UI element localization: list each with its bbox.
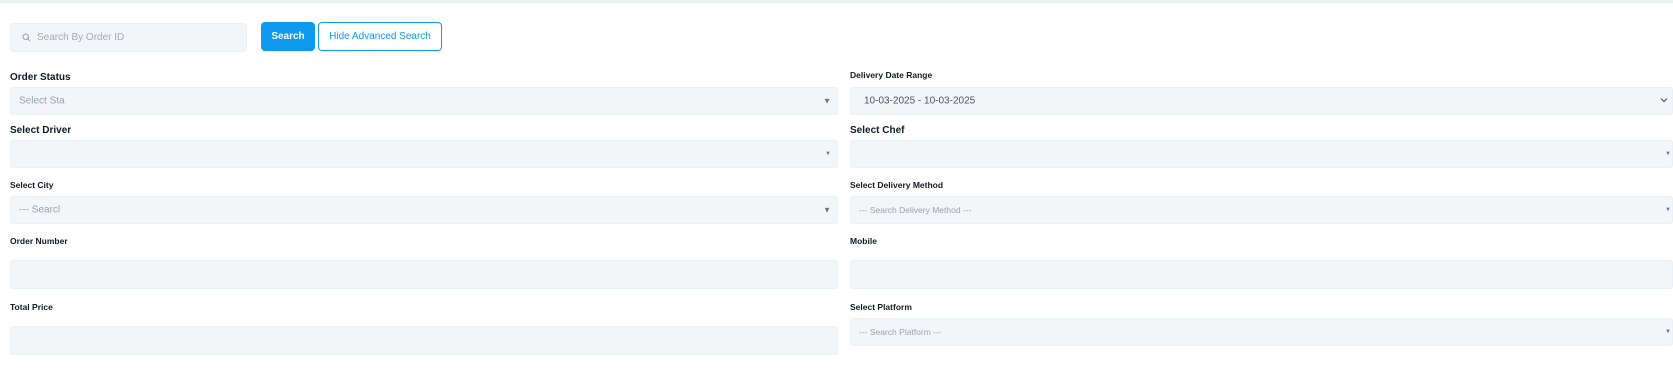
search-icon — [19, 31, 33, 45]
search-button[interactable]: Search — [261, 22, 315, 51]
caret-down-icon: ▼ — [825, 151, 831, 157]
caret-down-icon: ▼ — [823, 96, 831, 106]
select-chef-label: Select Chef — [850, 125, 905, 136]
total-price-label: Total Price — [10, 302, 53, 312]
order-number-input[interactable] — [10, 260, 838, 289]
order-status-select[interactable]: Select Sta ▼ — [10, 87, 838, 115]
select-city-label: Select City — [10, 180, 54, 190]
delivery-date-range-value: 10-03-2025 - 10-03-2025 — [864, 95, 976, 107]
mobile-input[interactable] — [850, 260, 1673, 289]
select-city-dropdown[interactable]: --- Searcl ▼ — [10, 196, 838, 224]
select-platform-dropdown[interactable]: --- Search Platform --- ▼ — [850, 318, 1673, 346]
select-platform-placeholder: --- Search Platform --- — [859, 327, 942, 337]
caret-down-icon: ▼ — [1665, 207, 1671, 213]
select-driver-label: Select Driver — [10, 125, 72, 136]
select-platform-label: Select Platform — [850, 302, 912, 312]
order-status-label: Order Status — [10, 72, 71, 83]
select-chef-dropdown[interactable]: ▼ — [850, 140, 1673, 168]
delivery-date-range-label: Delivery Date Range — [850, 70, 933, 80]
delivery-date-range-picker[interactable]: 10-03-2025 - 10-03-2025 — [850, 87, 1673, 115]
caret-down-icon: ▼ — [1665, 329, 1671, 335]
select-delivery-method-label: Select Delivery Method — [850, 180, 944, 190]
order-status-placeholder: Select Sta — [19, 95, 65, 107]
mobile-label: Mobile — [850, 236, 877, 246]
order-id-search-input[interactable] — [35, 31, 239, 44]
chevron-down-icon — [1660, 97, 1668, 105]
caret-down-icon: ▼ — [1665, 151, 1671, 157]
select-delivery-method-dropdown[interactable]: --- Search Delivery Method --- ▼ — [850, 196, 1673, 224]
select-driver-dropdown[interactable]: ▼ — [10, 140, 838, 168]
hide-advanced-search-button[interactable]: Hide Advanced Search — [318, 22, 442, 51]
order-id-search-field[interactable] — [10, 23, 247, 52]
select-delivery-method-placeholder: --- Search Delivery Method --- — [859, 205, 972, 215]
select-city-placeholder: --- Searcl — [19, 204, 61, 216]
top-divider — [0, 0, 1673, 3]
caret-down-icon: ▼ — [823, 205, 831, 215]
order-number-label: Order Number — [10, 236, 68, 246]
total-price-input[interactable] — [10, 326, 838, 355]
